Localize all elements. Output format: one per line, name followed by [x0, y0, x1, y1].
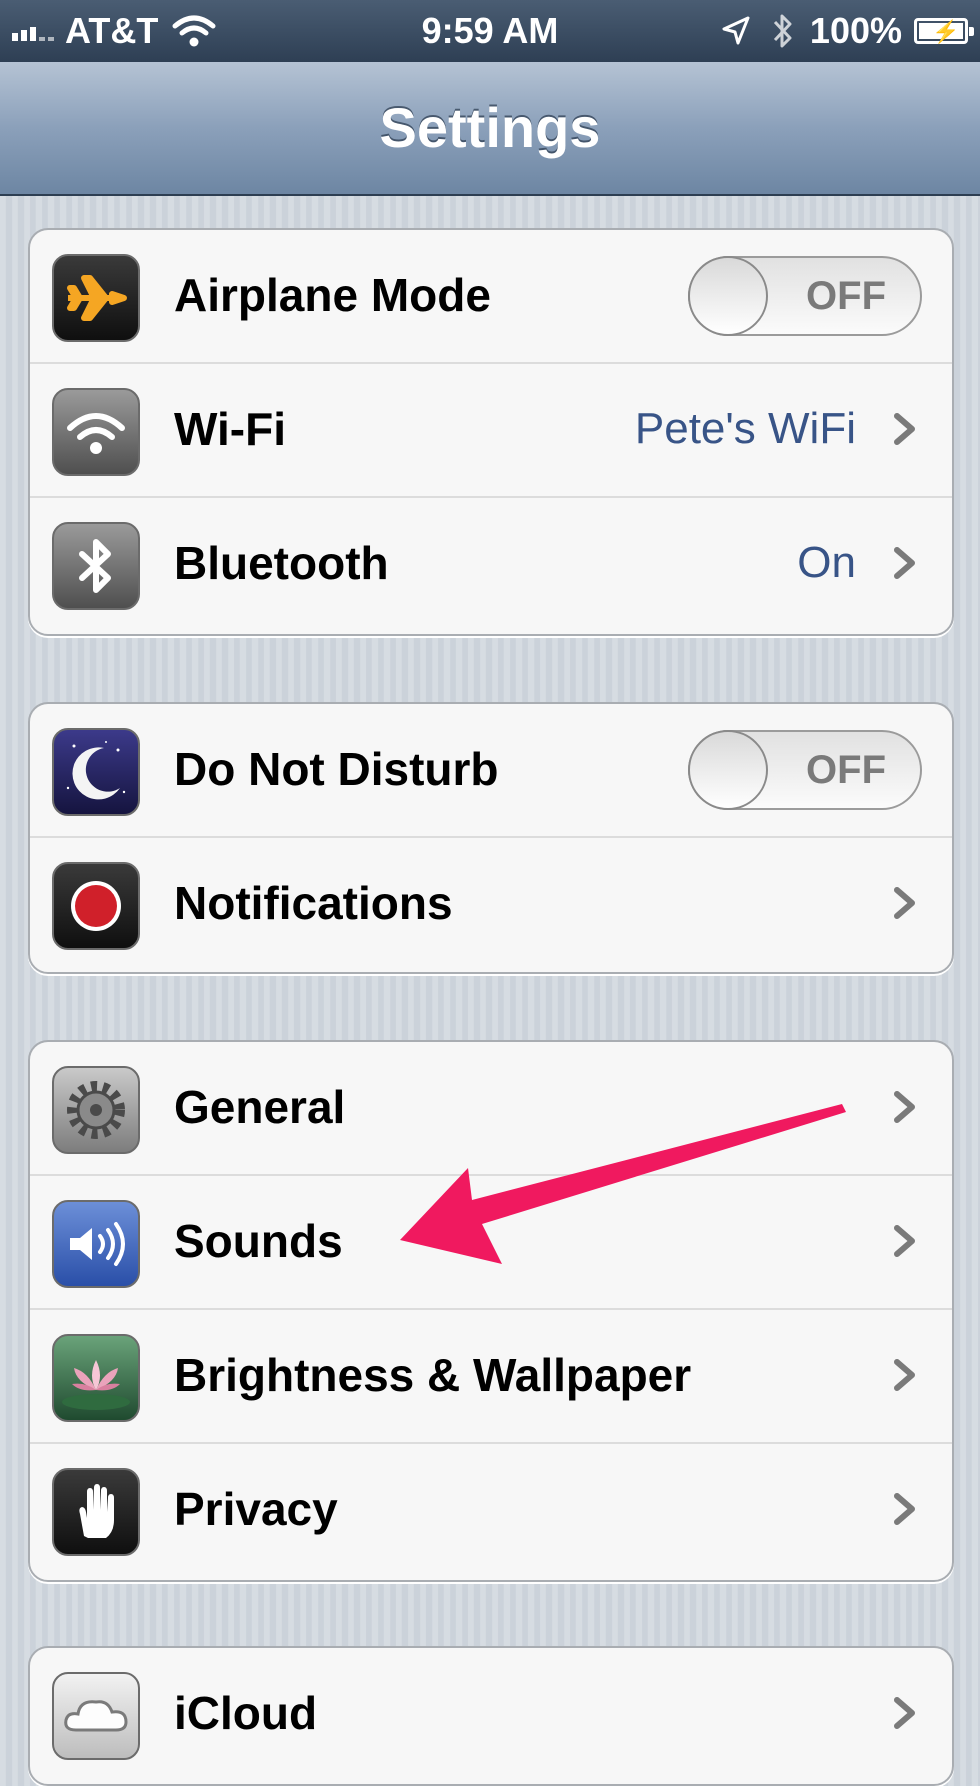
- hand-icon: [52, 1468, 140, 1556]
- chevron-right-icon: [894, 1225, 915, 1257]
- row-label: Airplane Mode: [174, 269, 491, 321]
- toggle-knob: [688, 730, 768, 810]
- row-label: Wi-Fi: [174, 403, 286, 455]
- airplane-icon: [52, 254, 140, 342]
- row-do-not-disturb[interactable]: Do Not Disturb OFF: [30, 704, 952, 838]
- row-sounds[interactable]: Sounds: [30, 1176, 952, 1310]
- settings-group-connectivity: Airplane Mode OFF Wi-Fi Pete's WiFi Blue…: [28, 228, 954, 636]
- charging-bolt-icon: ⚡: [932, 19, 960, 44]
- navigation-bar: Settings: [0, 62, 980, 196]
- battery-percent: 100%: [809, 10, 902, 51]
- status-bar: AT&T 9:59 AM 100% ⚡: [0, 0, 980, 62]
- row-label: Bluetooth: [174, 537, 389, 589]
- wifi-icon: [52, 388, 140, 476]
- page-title: Settings: [379, 96, 601, 159]
- toggle-state: OFF: [806, 274, 886, 318]
- chevron-right-icon: [894, 547, 915, 579]
- row-value: Pete's WiFi: [634, 404, 856, 453]
- notifications-icon: [52, 862, 140, 950]
- row-label: Privacy: [174, 1483, 338, 1535]
- row-bluetooth[interactable]: Bluetooth On: [30, 498, 952, 632]
- chevron-right-icon: [894, 1697, 915, 1729]
- settings-group-accounts: iCloud: [28, 1646, 954, 1786]
- status-right: 100% ⚡: [720, 8, 974, 54]
- row-privacy[interactable]: Privacy: [30, 1444, 952, 1578]
- chevron-right-icon: [894, 887, 915, 919]
- row-label: iCloud: [174, 1687, 318, 1739]
- flower-icon: [52, 1334, 140, 1422]
- moon-icon: [52, 728, 140, 816]
- chevron-right-icon: [894, 1359, 915, 1391]
- bluetooth-icon: [52, 522, 140, 610]
- row-brightness-wallpaper[interactable]: Brightness & Wallpaper: [30, 1310, 952, 1444]
- toggle-state: OFF: [806, 748, 886, 792]
- row-label: Do Not Disturb: [174, 743, 499, 795]
- chevron-right-icon: [894, 1091, 915, 1123]
- toggle-knob: [688, 256, 768, 336]
- row-label: Brightness & Wallpaper: [174, 1349, 692, 1401]
- bluetooth-icon: [773, 14, 792, 48]
- gear-icon: [52, 1066, 140, 1154]
- row-general[interactable]: General: [30, 1042, 952, 1176]
- row-label: Sounds: [174, 1215, 343, 1267]
- chevron-right-icon: [894, 1493, 915, 1525]
- row-airplane-mode[interactable]: Airplane Mode OFF: [30, 230, 952, 364]
- chevron-right-icon: [894, 413, 915, 445]
- settings-group-device: General Sounds Brightness & Wallpaper Pr…: [28, 1040, 954, 1582]
- do-not-disturb-toggle[interactable]: OFF: [688, 730, 922, 810]
- row-label: General: [174, 1081, 346, 1133]
- battery-icon: ⚡: [914, 18, 974, 44]
- row-label: Notifications: [174, 877, 453, 929]
- location-icon: [722, 16, 750, 45]
- cloud-icon: [52, 1672, 140, 1760]
- row-value: On: [797, 538, 856, 587]
- row-wifi[interactable]: Wi-Fi Pete's WiFi: [30, 364, 952, 498]
- airplane-mode-toggle[interactable]: OFF: [688, 256, 922, 336]
- row-icloud[interactable]: iCloud: [30, 1648, 952, 1782]
- row-notifications[interactable]: Notifications: [30, 838, 952, 972]
- speaker-icon: [52, 1200, 140, 1288]
- settings-group-alerts: Do Not Disturb OFF Notifications: [28, 702, 954, 974]
